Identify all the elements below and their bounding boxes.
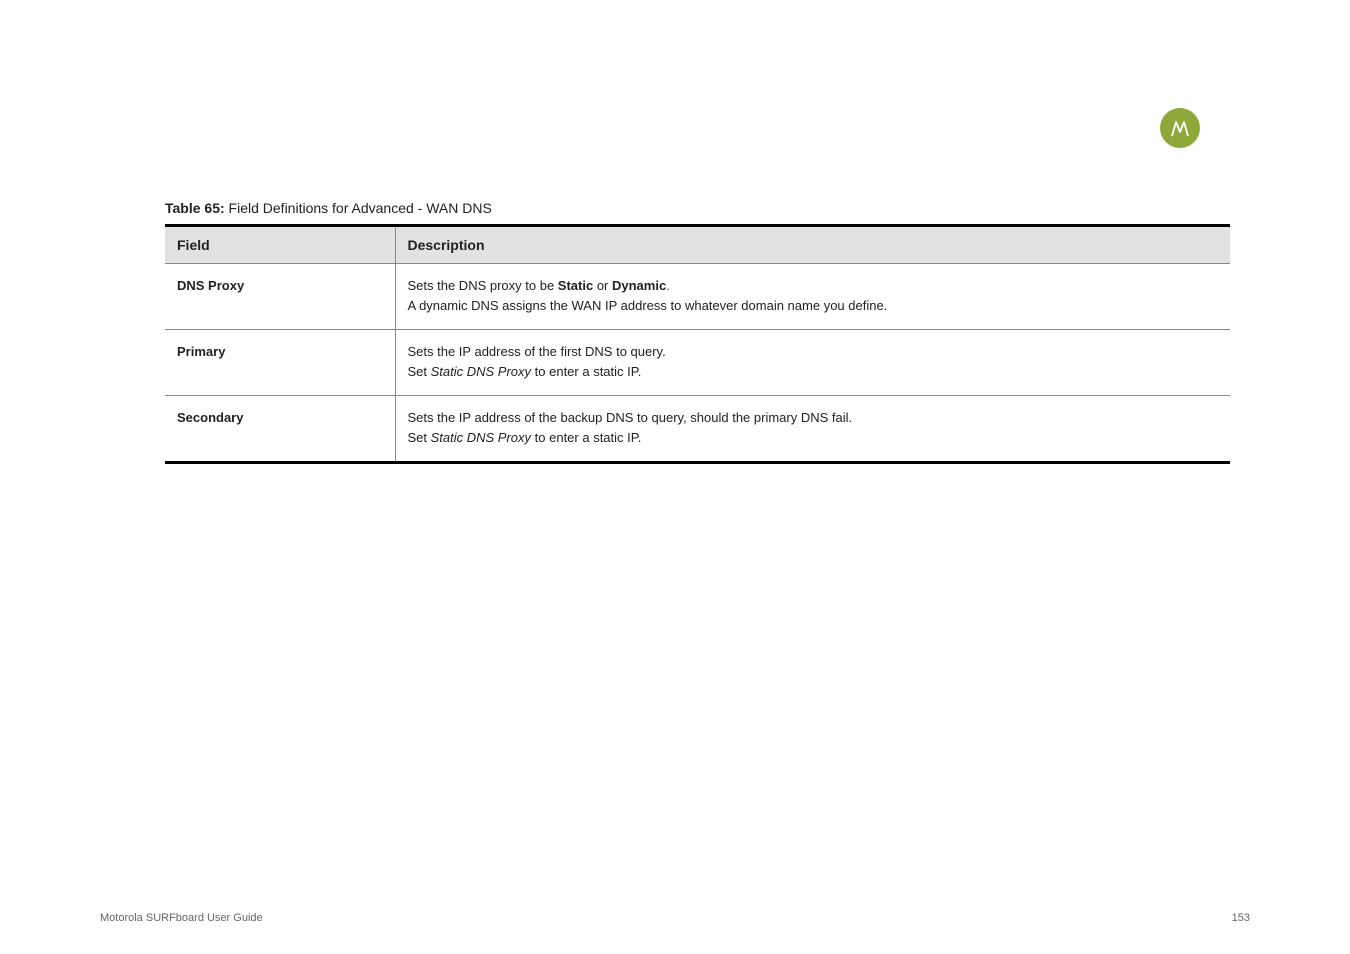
description-cell: Sets the DNS proxy to be Static or Dynam… — [395, 264, 1230, 330]
field-cell: Primary — [165, 330, 395, 396]
definitions-table: Field Description DNS Proxy Sets the DNS… — [165, 224, 1230, 464]
footnote-ref: . — [666, 278, 670, 293]
footer-right: 153 — [1232, 912, 1250, 924]
field-cell: DNS Proxy — [165, 264, 395, 330]
page-footer: Motorola SURFboard User Guide 153 — [100, 912, 1250, 924]
field-cell: Secondary — [165, 396, 395, 463]
footer-left: Motorola SURFboard User Guide — [100, 912, 263, 924]
table-header-field: Field — [165, 226, 395, 264]
description-cell: Sets the IP address of the backup DNS to… — [395, 396, 1230, 463]
field-name: Primary — [177, 344, 225, 359]
description-cell: Sets the IP address of the first DNS to … — [395, 330, 1230, 396]
table-row: Secondary Sets the IP address of the bac… — [165, 396, 1230, 463]
motorola-logo-icon — [1160, 108, 1200, 148]
field-name: DNS Proxy — [177, 278, 244, 293]
table-row: DNS Proxy Sets the DNS proxy to be Stati… — [165, 264, 1230, 330]
table-header-row: Field Description — [165, 226, 1230, 264]
table-caption: Table 65: Field Definitions for Advanced… — [165, 200, 1230, 216]
table-caption-prefix: Table 65: — [165, 200, 225, 216]
table-header-description: Description — [395, 226, 1230, 264]
table-caption-text: Field Definitions for Advanced - WAN DNS — [229, 200, 492, 216]
field-name: Secondary — [177, 410, 243, 425]
table-row: Primary Sets the IP address of the first… — [165, 330, 1230, 396]
